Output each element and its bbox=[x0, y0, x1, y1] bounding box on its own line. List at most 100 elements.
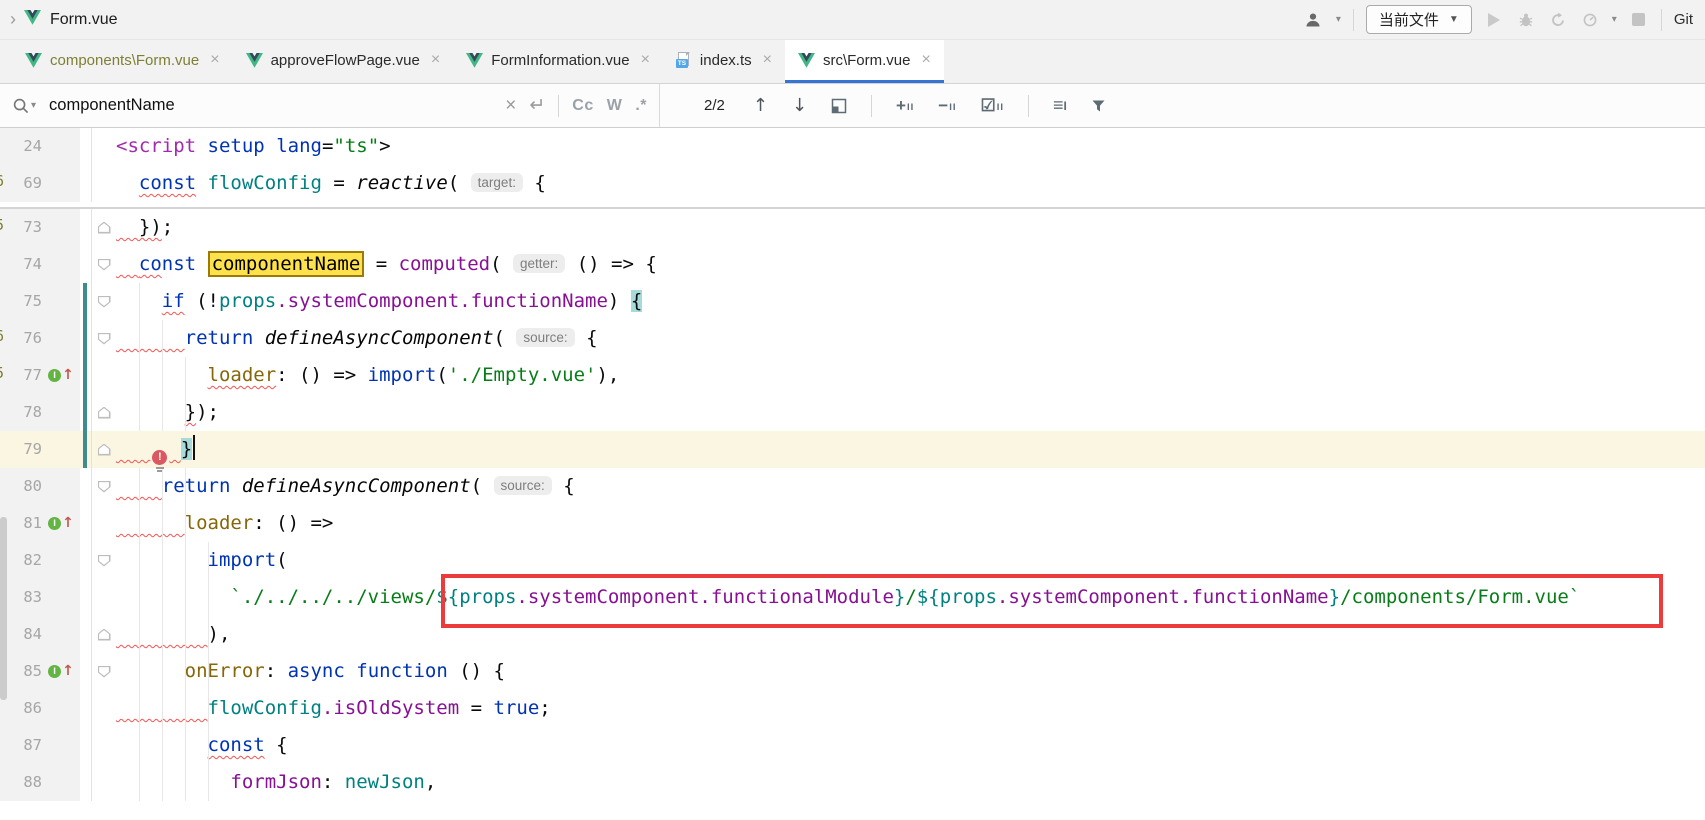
implements-gutter-icon[interactable]: I↑ bbox=[48, 517, 74, 530]
code-line-86[interactable]: 86 flowConfig.isOldSystem = true; bbox=[0, 690, 1705, 727]
regex-toggle[interactable]: .* bbox=[635, 97, 647, 115]
words-toggle[interactable]: W bbox=[607, 97, 623, 115]
code-line-24[interactable]: 24<script setup lang="ts"> bbox=[0, 128, 1705, 165]
fold-marker[interactable] bbox=[98, 666, 111, 678]
vcs-change-bar bbox=[80, 128, 92, 165]
gutter: 24 bbox=[0, 128, 80, 165]
fold-marker[interactable] bbox=[98, 555, 111, 567]
open-in-find-window-button[interactable] bbox=[831, 98, 847, 114]
code-line-84[interactable]: 84 ), bbox=[0, 616, 1705, 653]
previous-occurrence-button[interactable]: ↑ bbox=[753, 95, 768, 116]
tab-close-icon[interactable]: × bbox=[431, 51, 440, 69]
tab-2-FormInformation.vue[interactable]: FormInformation.vue× bbox=[453, 40, 663, 83]
code-line-77[interactable]: 77I↑ loader: () => import('./Empty.vue')… bbox=[0, 357, 1705, 394]
vcs-change-bar[interactable] bbox=[80, 283, 92, 320]
debug-button[interactable] bbox=[1516, 10, 1536, 30]
code-line-75[interactable]: 75 if (!props.systemComponent.functionNa… bbox=[0, 283, 1705, 320]
tab-close-icon[interactable]: × bbox=[210, 51, 219, 69]
add-occurrence-button[interactable]: +II bbox=[896, 98, 914, 113]
profiler-button[interactable] bbox=[1580, 10, 1600, 30]
code-line-78[interactable]: 78 }); bbox=[0, 394, 1705, 431]
code-line-87[interactable]: 87 const { bbox=[0, 727, 1705, 764]
code-token bbox=[265, 135, 276, 157]
user-icon[interactable] bbox=[1304, 10, 1324, 30]
code-line-80[interactable]: 80 return defineAsyncComponent( source: … bbox=[0, 468, 1705, 505]
code-token: onError bbox=[185, 660, 265, 682]
search-input[interactable]: componentName bbox=[49, 96, 492, 115]
code-text: ! } bbox=[116, 431, 1705, 468]
search-icon[interactable]: ▾ bbox=[12, 97, 36, 115]
title-bar: › Form.vue ▾ 当前文件 ▼ ▾ bbox=[0, 0, 1705, 40]
run-button[interactable] bbox=[1484, 10, 1504, 30]
git-menu[interactable]: Git bbox=[1674, 11, 1693, 28]
code-line-82[interactable]: 82 import( bbox=[0, 542, 1705, 579]
next-occurrence-button[interactable]: ↓ bbox=[792, 95, 807, 116]
code-line-79[interactable]: 79 ! } bbox=[0, 431, 1705, 468]
tab-label: src\Form.vue bbox=[823, 52, 911, 69]
tab-close-icon[interactable]: × bbox=[763, 51, 772, 69]
code-text: }); bbox=[116, 394, 1705, 431]
code-token: nst bbox=[162, 253, 196, 275]
left-edge-scrollbar-thumb[interactable] bbox=[0, 517, 7, 700]
implements-gutter-icon[interactable]: I↑ bbox=[48, 665, 74, 678]
stop-button[interactable] bbox=[1629, 10, 1649, 30]
match-case-toggle[interactable]: Cc bbox=[572, 97, 593, 115]
play-icon bbox=[1488, 13, 1500, 27]
search-field[interactable]: ▾ componentName × ↵ Cc W .* bbox=[0, 84, 660, 127]
window-file-name: Form.vue bbox=[50, 11, 118, 29]
code-token: , bbox=[425, 771, 436, 793]
vue-file-icon bbox=[25, 53, 42, 68]
tab-1-approveFlowPage.vue[interactable]: approveFlowPage.vue× bbox=[233, 40, 454, 83]
filter-button[interactable] bbox=[1091, 99, 1106, 113]
code-token: lang bbox=[276, 135, 322, 157]
code-token: = bbox=[322, 135, 333, 157]
code-line-85[interactable]: 85I↑ onError: async function () { bbox=[0, 653, 1705, 690]
filter-search-lines-button[interactable]: ≡I bbox=[1053, 98, 1067, 113]
vcs-change-bar[interactable] bbox=[80, 394, 92, 431]
clear-search-icon[interactable]: × bbox=[505, 95, 516, 117]
select-all-occurrences-button[interactable]: ☑II bbox=[980, 98, 1004, 113]
code-line-73[interactable]: 73 }); bbox=[0, 209, 1705, 246]
tab-0-components-Form.vue[interactable]: components\Form.vue× bbox=[12, 40, 233, 83]
ide-window: › Form.vue ▾ 当前文件 ▼ ▾ bbox=[0, 0, 1705, 820]
code-token: .systemComponent.functionName bbox=[276, 290, 608, 312]
vue-file-icon bbox=[24, 10, 41, 30]
fold-marker[interactable] bbox=[98, 222, 111, 234]
fold-marker[interactable] bbox=[98, 444, 111, 456]
profiler-dropdown-caret-icon[interactable]: ▾ bbox=[1612, 14, 1617, 25]
error-intention-icon[interactable]: ! bbox=[150, 450, 169, 472]
clipped-margin-digit: 5 bbox=[0, 364, 4, 382]
up-arrow-icon: ↑ bbox=[62, 517, 74, 530]
code-line-69[interactable]: 69 const flowConfig = reactive( target: … bbox=[0, 165, 1705, 202]
line-number: 78 bbox=[0, 394, 44, 431]
vcs-change-bar[interactable] bbox=[80, 431, 92, 468]
remove-occurrence-button[interactable]: −II bbox=[938, 98, 956, 113]
tab-3-index.ts[interactable]: TSindex.ts× bbox=[663, 40, 785, 83]
fold-marker[interactable] bbox=[98, 333, 111, 345]
user-dropdown-caret-icon[interactable]: ▾ bbox=[1336, 14, 1341, 25]
code-line-81[interactable]: 81I↑ loader: () => bbox=[0, 505, 1705, 542]
code-line-88[interactable]: 88 formJson: newJson, bbox=[0, 764, 1705, 801]
code-line-74[interactable]: 74 const componentName = computed( gette… bbox=[0, 246, 1705, 283]
tab-close-icon[interactable]: × bbox=[921, 51, 930, 69]
run-config-combo[interactable]: 当前文件 ▼ bbox=[1366, 5, 1472, 34]
vcs-change-bar[interactable] bbox=[80, 320, 92, 357]
code-token: true bbox=[494, 697, 540, 719]
run-with-coverage-button[interactable] bbox=[1548, 10, 1568, 30]
vcs-change-bar[interactable] bbox=[80, 357, 92, 394]
breadcrumb[interactable]: Form.vue bbox=[24, 10, 118, 30]
tab-4-src-Form.vue[interactable]: src\Form.vue × bbox=[785, 40, 944, 83]
separator bbox=[871, 95, 872, 117]
vcs-change-bar bbox=[80, 505, 92, 542]
tab-close-icon[interactable]: × bbox=[641, 51, 650, 69]
newline-icon[interactable]: ↵ bbox=[529, 94, 545, 117]
fold-marker[interactable] bbox=[98, 296, 111, 308]
implements-gutter-icon[interactable]: I↑ bbox=[48, 369, 74, 382]
code-line-83[interactable]: 83 `./../../../views/${props.systemCompo… bbox=[0, 579, 1705, 616]
code-line-76[interactable]: 76 return defineAsyncComponent( source: … bbox=[0, 320, 1705, 357]
fold-marker[interactable] bbox=[98, 259, 111, 271]
fold-marker[interactable] bbox=[98, 481, 111, 493]
fold-marker[interactable] bbox=[98, 629, 111, 641]
code-token: const bbox=[208, 734, 265, 756]
fold-marker[interactable] bbox=[98, 407, 111, 419]
